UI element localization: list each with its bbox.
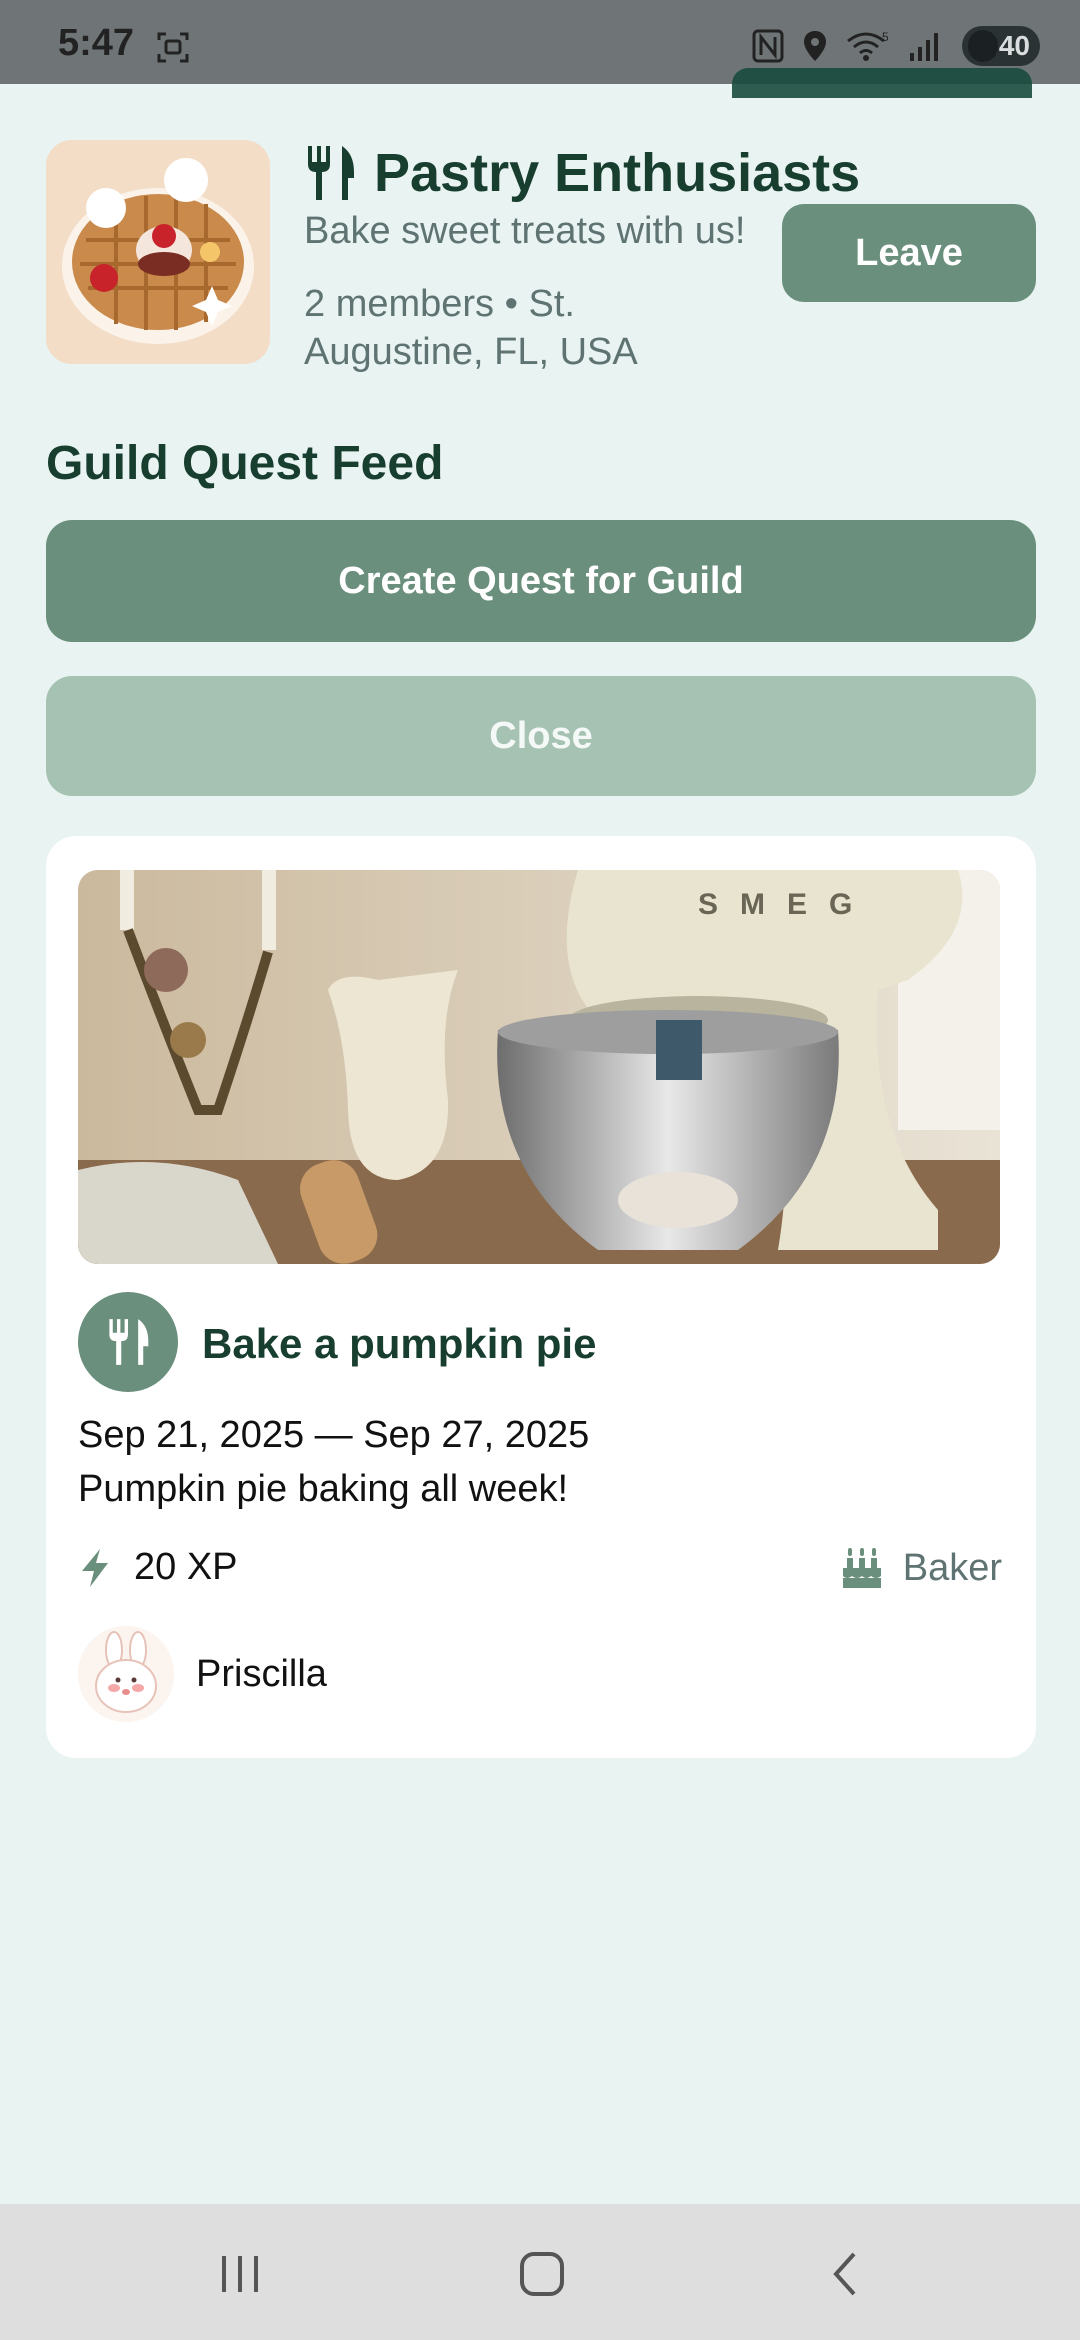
quest-dates: Sep 21, 2025 — Sep 27, 2025	[78, 1414, 590, 1456]
battery-indicator: 40	[962, 26, 1040, 66]
back-icon	[833, 2252, 856, 2296]
home-button[interactable]	[512, 2244, 572, 2304]
battery-level: 40	[998, 30, 1030, 61]
status-bar: 5:47 5 40	[0, 0, 1080, 98]
feed-title: Guild Quest Feed	[46, 437, 444, 490]
guild-header: Pastry Enthusiasts Bake sweet treats wit…	[46, 140, 1036, 380]
lightning-icon	[82, 1548, 108, 1587]
xp-row: 20 XP	[78, 1546, 238, 1589]
leave-button[interactable]: Leave	[782, 204, 1036, 302]
avatar	[78, 1626, 174, 1722]
guild-name: Pastry Enthusiasts	[374, 143, 861, 203]
quest-category-icon	[78, 1292, 178, 1392]
recent-apps-icon	[222, 2256, 258, 2292]
quest-description: Pumpkin pie baking all week!	[78, 1468, 569, 1510]
guild-title-row: Pastry Enthusiasts	[304, 142, 860, 204]
recent-apps-button[interactable]	[210, 2244, 270, 2304]
guild-tagline: Bake sweet treats with us!	[304, 210, 746, 252]
stand-mixer-photo: SMEG	[78, 870, 1000, 1264]
quest-image: SMEG	[78, 870, 1000, 1264]
category-row: Baker	[841, 1546, 1002, 1590]
signal-icon	[910, 33, 938, 61]
screenshot-icon	[157, 32, 189, 63]
close-button[interactable]: Close	[46, 676, 1036, 796]
back-button[interactable]	[816, 2244, 876, 2304]
status-time: 5:47	[58, 22, 135, 64]
nfc-icon	[752, 29, 784, 63]
quest-card[interactable]: SMEG Bake a pumpkin pie Sep 21, 2025 — S…	[46, 836, 1036, 1758]
quest-category: Baker	[902, 1546, 1002, 1589]
cake-icon	[842, 1548, 881, 1588]
quest-title: Bake a pumpkin pie	[202, 1320, 597, 1367]
waffle-illustration	[46, 140, 270, 364]
bunny-avatar	[78, 1626, 174, 1722]
battery-charging-icon	[968, 30, 998, 62]
svg-text:SMEG: SMEG	[698, 888, 874, 921]
home-icon	[520, 2252, 564, 2296]
guild-meta: 2 members • St. Augustine, FL, USA	[304, 283, 638, 373]
guild-avatar	[46, 140, 270, 364]
member-name: Priscilla	[196, 1652, 327, 1695]
status-icons: 5 40	[752, 26, 1040, 66]
location-icon	[804, 31, 826, 61]
create-quest-button[interactable]: Create Quest for Guild	[46, 520, 1036, 642]
quest-xp: 20 XP	[134, 1546, 238, 1588]
member-row[interactable]: Priscilla	[78, 1626, 327, 1722]
utensils-icon	[308, 146, 354, 200]
svg-text:5: 5	[882, 30, 889, 44]
status-overlay-pill	[732, 68, 1032, 98]
system-nav-bar	[0, 2204, 1080, 2340]
wifi-icon: 5	[847, 30, 889, 61]
utensils-icon	[109, 1319, 149, 1365]
